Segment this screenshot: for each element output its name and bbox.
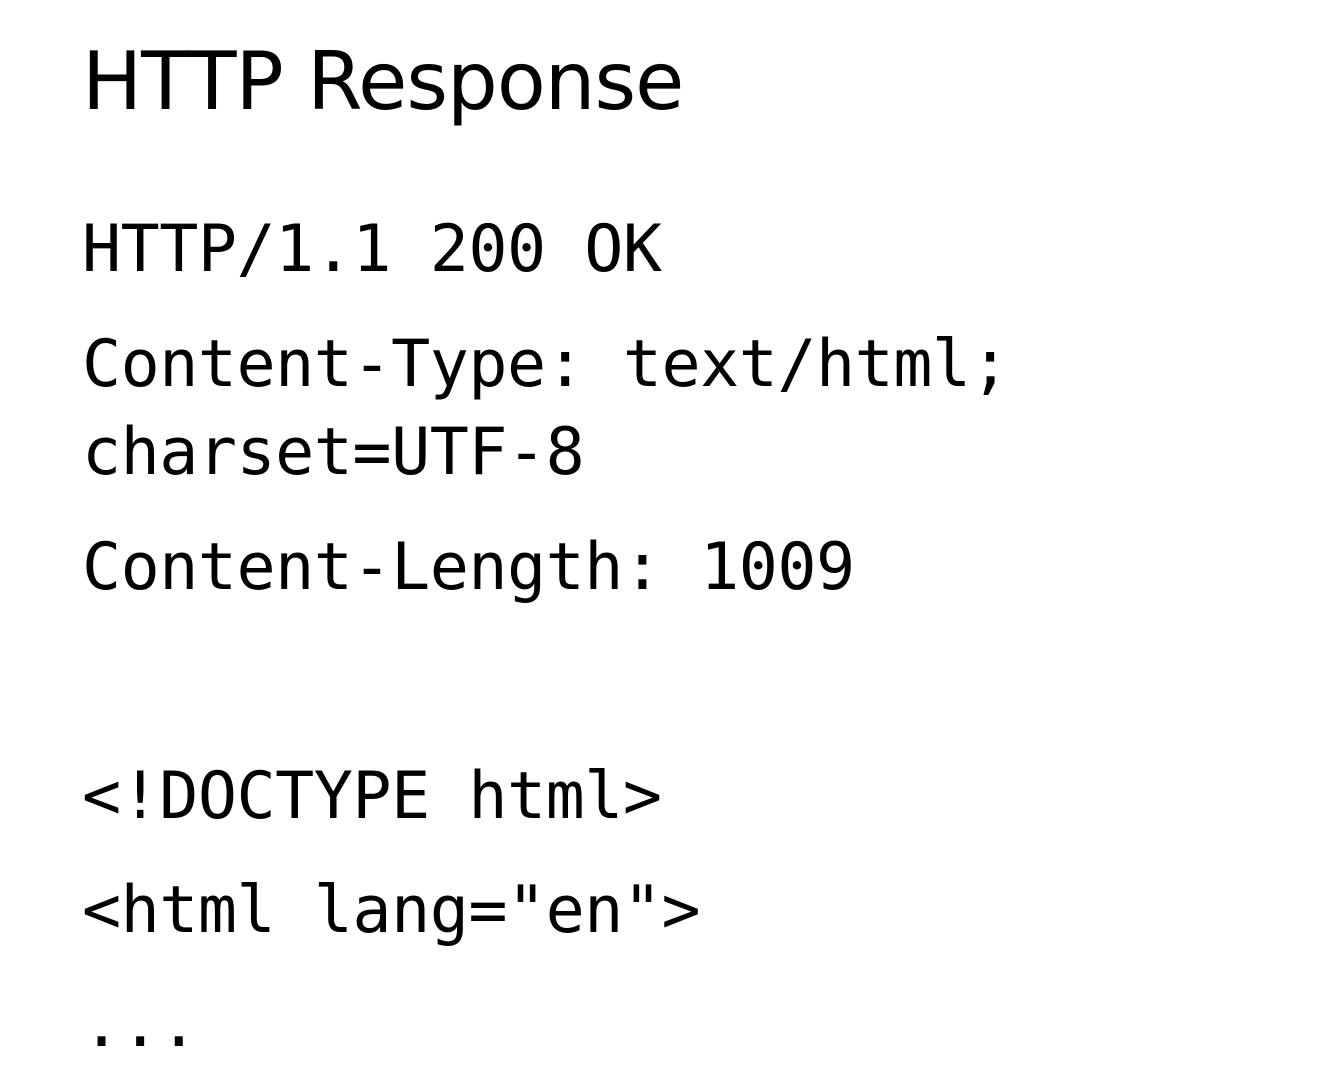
content-type-charset: charset=UTF-8 xyxy=(82,415,585,490)
slide-page: HTTP Response HTTP/1.1 200 OK Content-Ty… xyxy=(0,0,1344,1076)
content-type-header: Content-Type: text/html; xyxy=(82,327,1010,402)
page-title: HTTP Response xyxy=(82,35,684,128)
body-ellipsis-line: ... xyxy=(82,987,198,1062)
status-line: HTTP/1.1 200 OK xyxy=(82,212,662,287)
body-doctype-line: <!DOCTYPE html> xyxy=(82,759,662,834)
body-html-open-line: <html lang="en"> xyxy=(82,873,701,948)
content-length-header: Content-Length: 1009 xyxy=(82,530,855,605)
